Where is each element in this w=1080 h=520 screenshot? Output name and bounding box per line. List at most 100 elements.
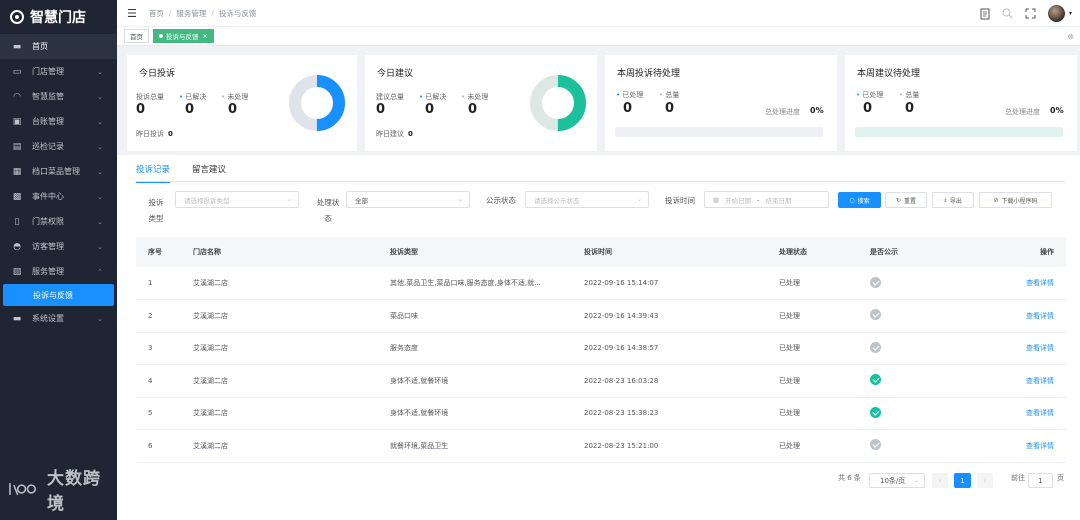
status-cell: 已处理: [779, 376, 800, 385]
service-icon: ▧: [12, 266, 22, 277]
goto-page-input[interactable]: 1: [1028, 473, 1053, 488]
type-select[interactable]: 请选择投诉类型 ⌄: [175, 191, 299, 208]
stat-label: 已解决: [425, 93, 447, 101]
app-logo[interactable]: 智慧门店: [0, 0, 117, 34]
clipboard-icon: ▤: [12, 141, 22, 152]
sidebar-item-dishes[interactable]: ▦ 档口菜品管理 ⌄: [0, 159, 117, 184]
status-cell: 已处理: [779, 409, 800, 418]
sidebar-item-label: 档口菜品管理: [32, 167, 80, 176]
view-details-link[interactable]: 查看详情: [950, 332, 1066, 365]
stat-value: 0: [665, 101, 675, 116]
sidebar-item-settings[interactable]: ▬ 系统设置 ⌄: [0, 306, 117, 331]
sidebar-item-complaints[interactable]: 投诉与反馈: [3, 284, 114, 306]
search-icon: ○: [849, 196, 855, 204]
table-row: 3 艾溪湖二店 服务态度 2022-09-16 14:38:57 已处理 查看详情: [136, 332, 1066, 365]
view-details-link[interactable]: 查看详情: [950, 267, 1066, 300]
view-details-link[interactable]: 查看详情: [950, 365, 1066, 398]
goto-suffix: 页: [1057, 474, 1064, 482]
chevron-down-icon: ⌄: [97, 167, 103, 176]
view-details-link[interactable]: 查看详情: [950, 430, 1066, 463]
store-name: 艾溪湖二店: [193, 279, 228, 287]
tag-complaints[interactable]: 投诉与反馈 ×: [153, 29, 214, 43]
column-header: 是否公示: [870, 248, 898, 256]
search-icon[interactable]: [1002, 8, 1013, 19]
complaint-time: 2022-08-23 15:21:00: [584, 441, 659, 450]
stat-label: 昨日建议: [376, 130, 404, 138]
search-button[interactable]: ○ 搜索: [838, 192, 881, 208]
chevron-down-icon: ⌄: [97, 217, 103, 226]
table-row: 5 艾溪湖二店 身体不适,就餐环境 2022-08-23 15:38:23 已处理 查看详…: [136, 397, 1066, 430]
prev-page-button[interactable]: ‹: [932, 473, 948, 488]
fullscreen-icon[interactable]: [1025, 8, 1036, 19]
stat-label: 建议总量: [376, 93, 404, 101]
sidebar-item-inspection[interactable]: ▤ 巡检记录 ⌄: [0, 134, 117, 159]
sidebar-item-ledger[interactable]: ▣ 台账管理 ⌄: [0, 109, 117, 134]
avatar-caret-icon[interactable]: ▾: [1069, 10, 1072, 17]
sidebar-item-store[interactable]: ▭ 门店管理 ⌄: [0, 59, 117, 84]
tag-home[interactable]: 首页: [124, 29, 149, 43]
sidebar-item-home[interactable]: ▬ 首页: [0, 34, 117, 59]
sidebar-item-label: 首页: [32, 42, 48, 51]
reset-button[interactable]: ↻ 重置: [885, 192, 927, 208]
date-range-picker[interactable]: ▦ 开始日期 - 结束日期: [704, 191, 829, 208]
chevron-down-icon: ⌄: [97, 67, 103, 76]
tag-label: 投诉与反馈: [166, 33, 199, 41]
check-circle-grey-icon: [870, 341, 881, 353]
progress-bar: [855, 127, 1063, 137]
complaints-table: 序号 门店名称 投诉类型 投诉时间 处理状态 是否公示 操作 1 艾溪湖二店 其他,…: [136, 237, 1066, 463]
public-cell: [870, 430, 950, 463]
tab-complaint-records[interactable]: 投诉记录: [136, 163, 171, 183]
stat-label: 未处理: [467, 93, 489, 101]
close-all-tags-icon[interactable]: ⊗: [1067, 32, 1074, 41]
next-page-button[interactable]: ›: [977, 473, 993, 488]
download-qrcode-button[interactable]: ⊘ 下载小程序码: [979, 192, 1052, 208]
goto-label: 前往: [1011, 474, 1025, 482]
column-header: 投诉类型: [390, 248, 418, 256]
tab-suggestions[interactable]: 留言建议: [192, 163, 226, 183]
button-label: 搜索: [857, 197, 870, 205]
chevron-down-icon: ⌄: [286, 196, 292, 203]
filter-label-type: 投诉类型: [148, 198, 164, 223]
sidebar-item-label: 智慧监管: [32, 92, 64, 101]
menu-toggle-icon[interactable]: ☰: [127, 7, 137, 20]
page-size-select[interactable]: 10条/页 ⌄: [869, 473, 925, 488]
sidebar-item-label: 系统设置: [32, 314, 64, 323]
logo-icon: [10, 10, 24, 24]
avatar[interactable]: [1047, 5, 1065, 22]
sidebar-item-service[interactable]: ▧ 服务管理 ⌃: [0, 259, 117, 284]
stat-value: 0: [468, 102, 478, 117]
tabs-divider: [136, 181, 1065, 182]
complaint-time: 2022-08-23 16:03:28: [584, 376, 659, 385]
status-cell: 已处理: [779, 344, 800, 353]
stat-value: 0: [136, 102, 146, 117]
document-icon[interactable]: [980, 8, 990, 20]
page-number-button[interactable]: 1: [954, 473, 971, 488]
chevron-left-icon: ‹: [938, 476, 942, 485]
watermark-logo-icon: [9, 483, 36, 496]
tag-label: 首页: [130, 33, 143, 41]
store-name: 艾溪湖二店: [193, 311, 228, 320]
view-details-link[interactable]: 查看详情: [950, 300, 1066, 333]
sidebar-item-access[interactable]: ▯ 门禁权限 ⌄: [0, 209, 117, 234]
range-separator: -: [757, 195, 760, 204]
stat-value: 0: [408, 130, 413, 138]
breadcrumb-home[interactable]: 首页: [149, 9, 164, 18]
stat-label: 已解决: [185, 93, 207, 101]
sidebar-item-supervision[interactable]: ◠ 智慧监管 ⌄: [0, 84, 117, 109]
complaint-type: 服务态度: [390, 344, 418, 353]
table-body: 1 艾溪湖二店 其他,菜品卫生,菜品口味,服务态度,身体不适,就... 2022-09…: [136, 267, 1066, 462]
sidebar-item-events[interactable]: ▩ 事件中心 ⌄: [0, 184, 117, 209]
export-button[interactable]: ⤓ 导出: [932, 192, 974, 208]
public-select[interactable]: 请选择公示状态 ⌄: [525, 191, 649, 208]
table-row: 1 艾溪湖二店 其他,菜品卫生,菜品口味,服务态度,身体不适,就... 2022-09…: [136, 267, 1066, 300]
view-details-link[interactable]: 查看详情: [950, 397, 1066, 430]
complaint-time: 2022-09-16 15:14:07: [584, 279, 659, 287]
card-title: 本周建议待处理: [857, 69, 921, 79]
sidebar-item-visitors[interactable]: ◓ 访客管理 ⌄: [0, 234, 117, 259]
filter-label-time: 投诉时间: [665, 196, 695, 205]
active-dot-icon: [159, 34, 163, 38]
check-circle-grey-icon: [870, 439, 881, 451]
status-select[interactable]: 全部 ⌄: [346, 191, 470, 208]
close-icon[interactable]: ×: [203, 33, 208, 40]
complaint-type: 就餐环境,菜品卫生: [390, 441, 449, 450]
